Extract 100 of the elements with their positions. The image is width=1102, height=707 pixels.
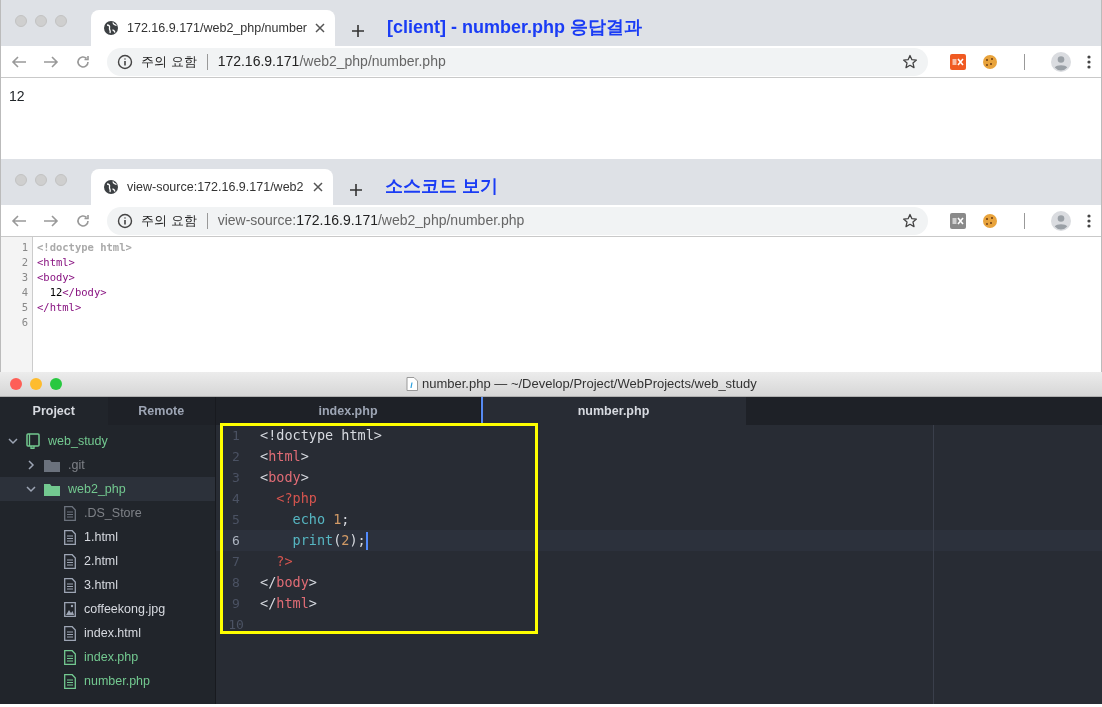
globe-icon	[103, 179, 119, 195]
address-bar[interactable]: 주의 요함 172.16.9.171/web2_php/number.php	[107, 47, 928, 76]
line-number: 6	[21, 316, 28, 328]
tree-item[interactable]: coffeekong.jpg	[0, 597, 215, 621]
tree-item[interactable]: .DS_Store	[0, 501, 215, 525]
chevron-down-icon[interactable]	[26, 484, 36, 494]
tree-label: web_study	[48, 432, 108, 450]
star-icon[interactable]	[902, 53, 918, 70]
star-icon[interactable]	[902, 212, 918, 229]
code-line: ?>	[275, 552, 293, 571]
reload-icon[interactable]	[75, 53, 91, 70]
tree-label: index.php	[84, 648, 139, 666]
tab-title: 172.16.9.171/web2_php/number	[127, 19, 307, 37]
file-icon	[64, 553, 76, 569]
menu-icon[interactable]	[1087, 53, 1091, 70]
file-icon	[64, 625, 76, 641]
chevron-down-icon[interactable]	[8, 436, 18, 446]
tab-title: view-source:172.16.9.171/web2	[127, 178, 305, 196]
address-bar[interactable]: 주의 요함 view-source:172.16.9.171/web2_php/number.php	[107, 206, 928, 235]
line-number: 3	[21, 271, 28, 283]
tree-item[interactable]: index.html	[0, 621, 215, 645]
reload-icon[interactable]	[75, 212, 91, 229]
cookie-icon[interactable]	[982, 53, 998, 70]
menu-icon[interactable]	[1087, 212, 1091, 229]
code-line: <html>	[260, 447, 309, 466]
line-number: 2	[21, 256, 28, 268]
window-close-button[interactable]	[10, 378, 22, 390]
line-number: 1	[21, 241, 28, 253]
security-label: 주의 요함	[141, 211, 197, 230]
code-line: print(2);	[291, 531, 366, 550]
close-icon[interactable]	[313, 182, 323, 192]
tree-item[interactable]: 1.html	[0, 525, 215, 549]
file-icon	[64, 673, 76, 689]
back-icon[interactable]	[11, 53, 27, 70]
panel-tab[interactable]: Remote	[107, 397, 215, 425]
tree-label: 1.html	[84, 528, 119, 546]
file-icon	[64, 577, 76, 593]
url-text: view-source:172.16.9.171/web2_php/number.php	[217, 211, 526, 230]
book-icon	[26, 433, 40, 449]
folder-icon	[44, 482, 60, 496]
file-icon	[64, 649, 76, 665]
tree-label: coffeekong.jpg	[84, 600, 166, 618]
code-line: echo 1;	[291, 510, 350, 529]
browser-tab[interactable]: 172.16.9.171/web2_php/number	[91, 10, 335, 46]
annotation-label: 소스코드 보기	[385, 175, 498, 198]
tree-label: 3.html	[84, 576, 119, 594]
info-icon	[117, 212, 133, 229]
code-line: <body>	[260, 468, 309, 487]
info-icon	[117, 53, 133, 70]
line-number: 6	[231, 532, 241, 550]
source-line: <html>	[37, 256, 75, 268]
line-number: 4	[21, 286, 28, 298]
tree-label: 2.html	[84, 552, 119, 570]
chevron-right-icon[interactable]	[26, 460, 36, 470]
browser-tab[interactable]: view-source:172.16.9.171/web2	[91, 169, 333, 205]
source-line: <body>	[37, 271, 75, 283]
tree-label: number.php	[84, 672, 151, 690]
tree-label: .git	[68, 456, 85, 474]
avatar-icon[interactable]	[1051, 210, 1071, 231]
security-label: 주의 요함	[141, 52, 197, 71]
extension-icon[interactable]	[950, 212, 966, 229]
tree-item[interactable]: index.php	[0, 645, 215, 669]
window-zoom-button[interactable]	[50, 378, 62, 390]
cookie-icon[interactable]	[982, 212, 998, 229]
file-icon	[406, 377, 418, 391]
window-title: number.php — ~/Develop/Project/WebProjects/web_study	[422, 375, 757, 394]
source-line: 12</body>	[48, 286, 107, 298]
tree-label: index.html	[84, 624, 141, 642]
folder-icon	[44, 458, 60, 472]
tree-item[interactable]: number.php	[0, 669, 215, 693]
line-number: 5	[21, 301, 28, 313]
tree-item[interactable]: 2.html	[0, 549, 215, 573]
extension-icon[interactable]	[950, 53, 966, 70]
tree-label: web2_php	[68, 480, 126, 498]
tree-label: .DS_Store	[84, 504, 142, 522]
globe-icon	[103, 20, 119, 36]
code-line: </html>	[260, 594, 317, 613]
tree-item[interactable]: web2_php	[0, 477, 215, 501]
forward-icon[interactable]	[43, 212, 59, 229]
avatar-icon[interactable]	[1051, 51, 1071, 72]
new-tab-icon[interactable]	[351, 24, 365, 38]
file-icon	[64, 505, 76, 521]
code-line: </body>	[260, 573, 317, 592]
tree-item[interactable]: web_study	[0, 429, 215, 453]
source-line: </html>	[37, 301, 82, 313]
source-line: <!doctype html>	[37, 241, 132, 253]
tree-item[interactable]: .git	[0, 453, 215, 477]
close-icon[interactable]	[315, 23, 325, 33]
code-line: <?php	[275, 489, 317, 508]
editor-tab[interactable]: number.php	[481, 397, 746, 425]
new-tab-icon[interactable]	[349, 183, 363, 197]
url-text: 172.16.9.171/web2_php/number.php	[217, 52, 447, 71]
forward-icon[interactable]	[43, 53, 59, 70]
tree-item[interactable]: 3.html	[0, 573, 215, 597]
back-icon[interactable]	[11, 212, 27, 229]
page-text: 12	[9, 88, 25, 104]
image-file-icon	[64, 601, 76, 617]
text-cursor	[365, 531, 368, 550]
file-icon	[64, 529, 76, 545]
annotation-label: [client] - number.php 응답결과	[387, 16, 642, 39]
